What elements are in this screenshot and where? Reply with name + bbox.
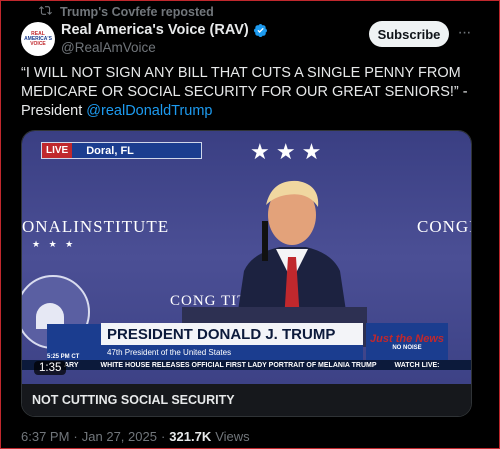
author-name-row: Real America's Voice (RAV): [61, 22, 268, 38]
ticker-right: WATCH LIVE:: [394, 361, 440, 369]
tweet-text: “I WILL NOT SIGN ANY BILL THAT CUTS A SI…: [21, 64, 481, 121]
network-logo-line2: NO NOISE: [392, 344, 422, 351]
live-location: Doral, FL: [86, 144, 134, 157]
news-ticker: ARY WHITE HOUSE RELEASES OFFICIAL FIRST …: [22, 360, 471, 370]
network-logo: Just the News NO NOISE: [366, 323, 448, 360]
post-meta: 6:37 PM · Jan 27, 2025 · 321.7K Views: [21, 429, 250, 444]
repost-indicator[interactable]: Trump's Covfefe reposted: [39, 4, 214, 20]
post-time[interactable]: 6:37 PM: [21, 429, 69, 444]
author-handle[interactable]: @RealAmVoice: [61, 40, 156, 55]
more-options-icon[interactable]: ···: [456, 24, 472, 42]
live-tag: LIVE: [42, 143, 73, 158]
live-location-bug: LIVE Doral, FL: [41, 142, 202, 159]
views-count[interactable]: 321.7K: [169, 429, 211, 444]
ticker-left: ARY: [64, 361, 79, 369]
meta-separator-2: ·: [160, 429, 166, 444]
backdrop-small-stars: ★ ★ ★: [32, 239, 77, 249]
lower-third-title-box: PRESIDENT DONALD J. TRUMP: [101, 323, 363, 345]
verified-badge-icon: [253, 23, 268, 38]
views-label: Views: [215, 429, 250, 444]
ticker-message: WHITE HOUSE RELEASES OFFICIAL FIRST LADY…: [100, 361, 377, 369]
avatar-text-3: VOICE: [30, 40, 46, 47]
display-name[interactable]: Real America's Voice (RAV): [61, 22, 249, 38]
network-logo-line1: Just the News: [370, 332, 444, 345]
video-duration: 1:35: [34, 361, 67, 375]
video-player[interactable]: LIVE Doral, FL ★ ★ ★ ONALINSTITUTE ★ ★ ★…: [22, 131, 471, 384]
repost-icon: [39, 4, 52, 20]
avatar[interactable]: REAL AMERICA'S VOICE: [21, 22, 55, 56]
repost-label: Trump's Covfefe reposted: [60, 5, 214, 19]
post-date[interactable]: Jan 27, 2025: [82, 429, 157, 444]
video-caption[interactable]: NOT CUTTING SOCIAL SECURITY: [22, 384, 471, 416]
lower-third-title: PRESIDENT DONALD J. TRUMP: [107, 325, 336, 343]
meta-separator-1: ·: [73, 429, 78, 444]
lower-third: 5:25 PM CT PRESIDENT DONALD J. TRUMP 47t…: [22, 318, 471, 370]
lower-third-subtitle: 47th President of the United States: [101, 345, 363, 360]
backdrop-text-left: ONALINSTITUTE: [22, 217, 170, 236]
mention-link[interactable]: @realDonaldTrump: [86, 103, 212, 119]
subscribe-button[interactable]: Subscribe: [369, 21, 449, 47]
video-card[interactable]: LIVE Doral, FL ★ ★ ★ ONALINSTITUTE ★ ★ ★…: [21, 130, 472, 417]
backdrop-text-right: CONGI: [417, 217, 471, 236]
